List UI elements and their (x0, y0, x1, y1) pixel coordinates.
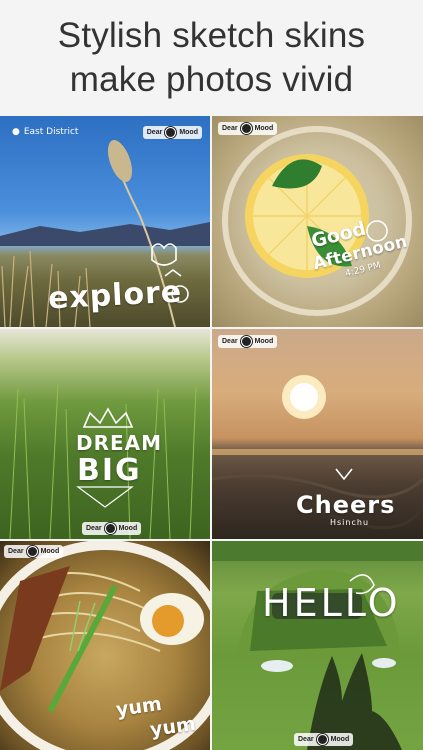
sticker-cheers: Cheers (296, 491, 396, 519)
photo-tile-explore: ● East District Dear Mood explore (0, 116, 210, 327)
grass-car-illustration (212, 541, 423, 750)
location-label: East District (23, 127, 79, 137)
photo-tile-hello: HELLO Dear Mood (212, 541, 423, 750)
logo-text-mood: Mood (254, 125, 274, 132)
camera-lens-icon (26, 546, 38, 557)
promo-header: Stylish sketch skins make photos vivid (0, 0, 423, 116)
dear-mood-logo: Dear Mood (142, 126, 202, 139)
dear-mood-logo: Dear Mood (218, 122, 278, 135)
photo-tile-cheers: Dear Mood Cheers Hsinchu (212, 329, 423, 539)
logo-text-mood: Mood (254, 338, 274, 345)
photo-grid: ● East District Dear Mood explore Dear M… (0, 116, 423, 750)
dear-mood-logo: Dear Mood (294, 733, 354, 746)
logo-text-mood: Mood (330, 736, 350, 743)
sticker-big: BIG (77, 453, 142, 488)
location-tag: ● East District (12, 127, 78, 137)
dear-mood-logo: Dear Mood (218, 335, 278, 348)
camera-lens-icon (240, 336, 252, 347)
dear-mood-logo: Dear Mood (4, 545, 64, 558)
logo-text-dear: Dear (86, 525, 102, 532)
camera-lens-icon (104, 523, 116, 534)
logo-text-dear: Dear (8, 548, 24, 555)
logo-text-dear: Dear (146, 129, 163, 136)
logo-text-mood: Mood (179, 129, 198, 136)
camera-lens-icon (165, 127, 177, 138)
sticker-dream: DREAM (76, 431, 163, 455)
logo-text-mood: Mood (40, 548, 60, 555)
lemon-tea-illustration (222, 126, 412, 316)
sticker-location-caption: Hsinchu (330, 518, 370, 527)
headline-line-1: Stylish sketch skins (57, 16, 366, 55)
location-pin-icon: ● (12, 127, 20, 137)
headline-line-2: make photos vivid (69, 60, 354, 99)
logo-text-dear: Dear (298, 736, 314, 743)
photo-tile-good-afternoon: Dear Mood Good Afternoon 4:29 PM (212, 116, 423, 327)
sticker-explore: explore (47, 274, 184, 317)
camera-lens-icon (240, 123, 252, 134)
dear-mood-logo: Dear Mood (82, 522, 142, 535)
photo-tile-yum-yum: Dear Mood yum yum (0, 541, 210, 750)
logo-text-mood: Mood (118, 525, 138, 532)
sticker-hello: HELLO (262, 581, 401, 625)
camera-lens-icon (316, 734, 328, 745)
photo-tile-dream-big: DREAM BIG Dear Mood (0, 329, 210, 539)
logo-text-dear: Dear (222, 125, 238, 132)
logo-text-dear: Dear (222, 338, 238, 345)
